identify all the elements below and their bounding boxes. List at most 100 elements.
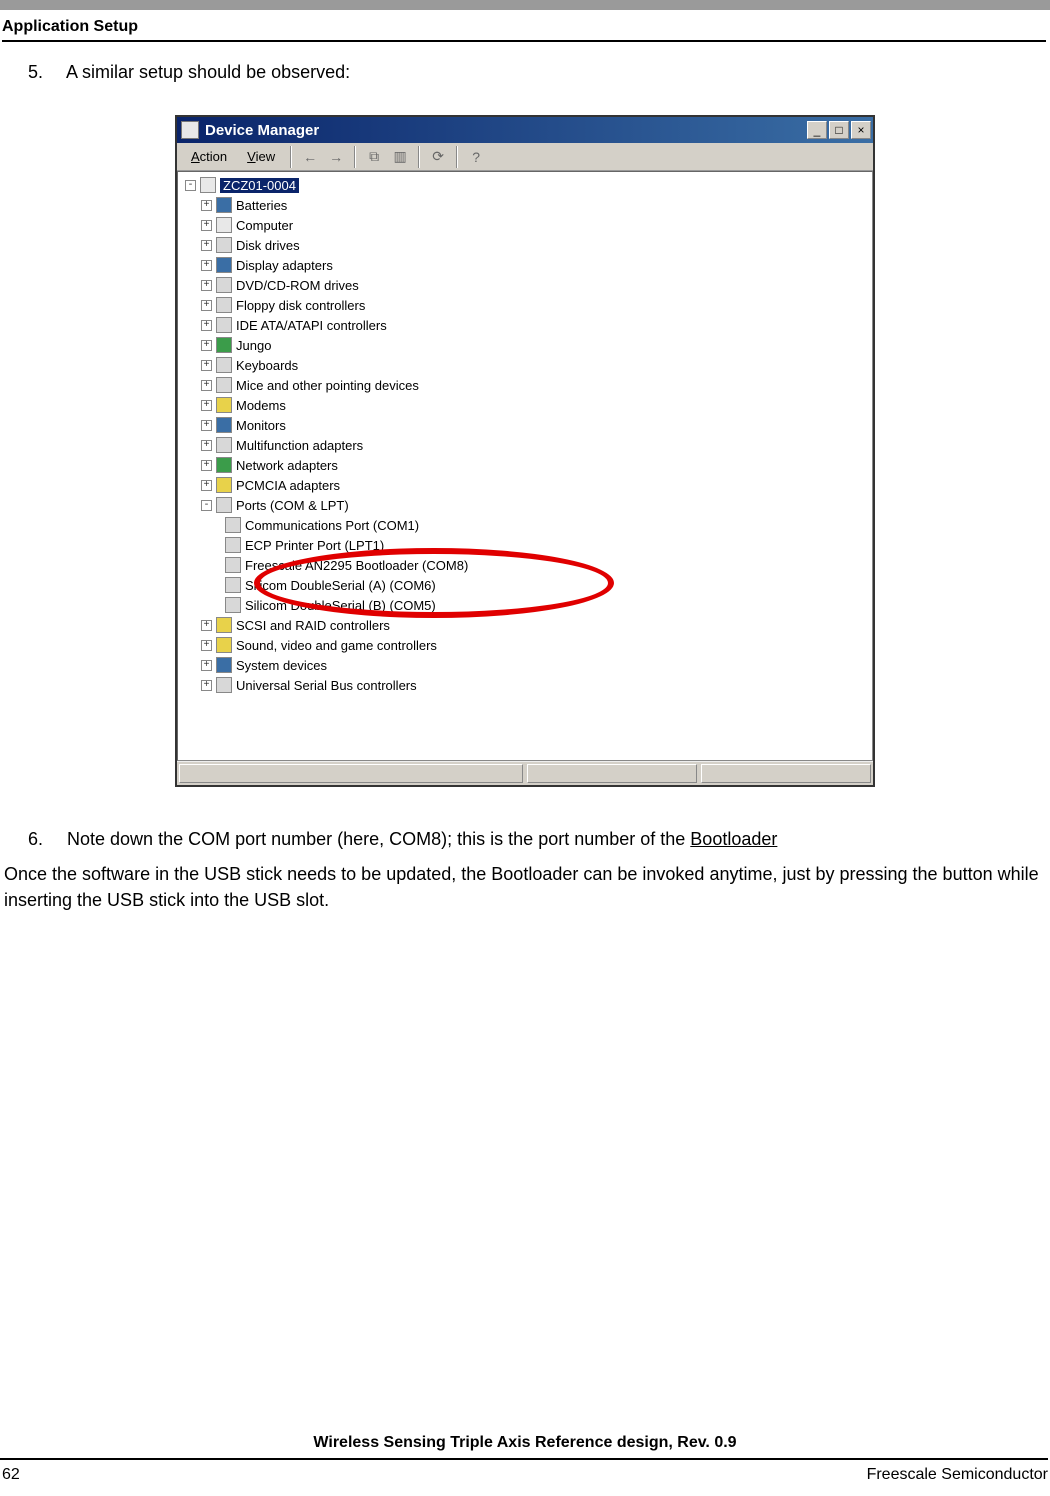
toolbar-separator [290, 146, 292, 168]
step-5-number: 5. [28, 60, 62, 85]
expand-icon[interactable]: + [201, 480, 212, 491]
computer-icon [216, 217, 232, 233]
tree-node-scsi[interactable]: +SCSI and RAID controllers [181, 615, 869, 635]
step-5: 5. A similar setup should be observed: [28, 60, 1048, 85]
tree-node-floppy[interactable]: +Floppy disk controllers [181, 295, 869, 315]
expand-icon[interactable]: + [201, 340, 212, 351]
tree-root[interactable]: - ZCZ01-0004 [181, 175, 869, 195]
expand-icon[interactable]: + [201, 420, 212, 431]
expand-icon[interactable]: + [201, 660, 212, 671]
step-6-text: Note down the COM port number (here, COM… [67, 829, 777, 849]
keyboard-icon [216, 357, 232, 373]
tree-leaf-lpt1[interactable]: ECP Printer Port (LPT1) [181, 535, 869, 555]
tree-node-batteries[interactable]: +Batteries [181, 195, 869, 215]
system-icon [216, 657, 232, 673]
section-title: Application Setup [2, 10, 1048, 40]
expand-icon[interactable]: + [201, 300, 212, 311]
scsi-icon [216, 617, 232, 633]
menubar: Action View ← → ⧉ ▥ ⟳ ? [177, 143, 873, 171]
toolbar-separator [354, 146, 356, 168]
root-label: ZCZ01-0004 [220, 178, 299, 193]
collapse-icon[interactable]: - [185, 180, 196, 191]
expand-icon[interactable]: + [201, 380, 212, 391]
status-bar [177, 761, 873, 785]
tree-node-display[interactable]: +Display adapters [181, 255, 869, 275]
tree-node-jungo[interactable]: +Jungo [181, 335, 869, 355]
monitor-icon [216, 417, 232, 433]
expand-icon[interactable]: + [201, 360, 212, 371]
tree-node-keyboards[interactable]: +Keyboards [181, 355, 869, 375]
port-icon [225, 537, 241, 553]
device-tree[interactable]: - ZCZ01-0004 +Batteries +Computer +Disk … [177, 171, 873, 761]
document-top-bar [0, 0, 1050, 10]
pcmcia-icon [216, 477, 232, 493]
nav-forward-icon[interactable]: → [325, 146, 347, 168]
tree-node-ide[interactable]: +IDE ATA/ATAPI controllers [181, 315, 869, 335]
expand-icon[interactable]: + [201, 440, 212, 451]
expand-icon[interactable]: + [201, 200, 212, 211]
tree-node-computer[interactable]: +Computer [181, 215, 869, 235]
battery-icon [216, 197, 232, 213]
ide-icon [216, 317, 232, 333]
details-icon[interactable]: ▥ [389, 146, 411, 168]
tree-node-pcmcia[interactable]: +PCMCIA adapters [181, 475, 869, 495]
tree-node-network[interactable]: +Network adapters [181, 455, 869, 475]
tree-leaf-doubleserial-b[interactable]: Silicom DoubleSerial (B) (COM5) [181, 595, 869, 615]
expand-icon[interactable]: + [201, 400, 212, 411]
tree-node-monitors[interactable]: +Monitors [181, 415, 869, 435]
step-5-text: A similar setup should be observed: [66, 62, 350, 82]
tree-leaf-doubleserial-a[interactable]: Silicom DoubleSerial (A) (COM6) [181, 575, 869, 595]
tree-node-usb[interactable]: +Universal Serial Bus controllers [181, 675, 869, 695]
status-pane-2 [701, 764, 871, 783]
tree-leaf-com1[interactable]: Communications Port (COM1) [181, 515, 869, 535]
floppy-icon [216, 297, 232, 313]
tree-node-mice[interactable]: +Mice and other pointing devices [181, 375, 869, 395]
collapse-icon[interactable]: - [201, 500, 212, 511]
tree-node-modems[interactable]: +Modems [181, 395, 869, 415]
app-icon [181, 121, 199, 139]
tree-node-multi[interactable]: +Multifunction adapters [181, 435, 869, 455]
expand-icon[interactable]: + [201, 280, 212, 291]
expand-icon[interactable]: + [201, 220, 212, 231]
ports-icon [216, 497, 232, 513]
dvd-icon [216, 277, 232, 293]
maximize-button[interactable]: □ [829, 121, 849, 139]
properties-icon[interactable]: ⧉ [363, 146, 385, 168]
device-manager-window: Device Manager _ □ × Action View ← → ⧉ ▥… [175, 115, 875, 787]
minimize-button[interactable]: _ [807, 121, 827, 139]
toolbar-separator [418, 146, 420, 168]
network-icon [216, 457, 232, 473]
expand-icon[interactable]: + [201, 260, 212, 271]
tree-node-sound[interactable]: +Sound, video and game controllers [181, 635, 869, 655]
tree-leaf-bootloader[interactable]: Freescale AN2295 Bootloader (COM8) [181, 555, 869, 575]
expand-icon[interactable]: + [201, 320, 212, 331]
expand-icon[interactable]: + [201, 460, 212, 471]
port-icon [225, 517, 241, 533]
menu-action[interactable]: Action [183, 147, 235, 166]
tree-node-ports[interactable]: -Ports (COM & LPT) [181, 495, 869, 515]
nav-back-icon[interactable]: ← [299, 146, 321, 168]
expand-icon[interactable]: + [201, 240, 212, 251]
toolbar-separator [456, 146, 458, 168]
body-paragraph: Once the software in the USB stick needs… [4, 862, 1046, 912]
port-icon [225, 577, 241, 593]
display-icon [216, 257, 232, 273]
expand-icon[interactable]: + [201, 680, 212, 691]
port-icon [225, 557, 241, 573]
footer-title: Wireless Sensing Triple Axis Reference d… [0, 1434, 1050, 1458]
menu-view[interactable]: View [239, 147, 283, 166]
usb-icon [216, 677, 232, 693]
expand-icon[interactable]: + [201, 640, 212, 651]
tree-node-dvd[interactable]: +DVD/CD-ROM drives [181, 275, 869, 295]
sound-icon [216, 637, 232, 653]
window-title: Device Manager [205, 122, 807, 139]
mouse-icon [216, 377, 232, 393]
tree-node-system[interactable]: +System devices [181, 655, 869, 675]
refresh-icon[interactable]: ⟳ [427, 146, 449, 168]
titlebar[interactable]: Device Manager _ □ × [177, 117, 873, 143]
status-pane-main [179, 764, 523, 783]
close-button[interactable]: × [851, 121, 871, 139]
expand-icon[interactable]: + [201, 620, 212, 631]
tree-node-disk[interactable]: +Disk drives [181, 235, 869, 255]
help-icon[interactable]: ? [465, 146, 487, 168]
